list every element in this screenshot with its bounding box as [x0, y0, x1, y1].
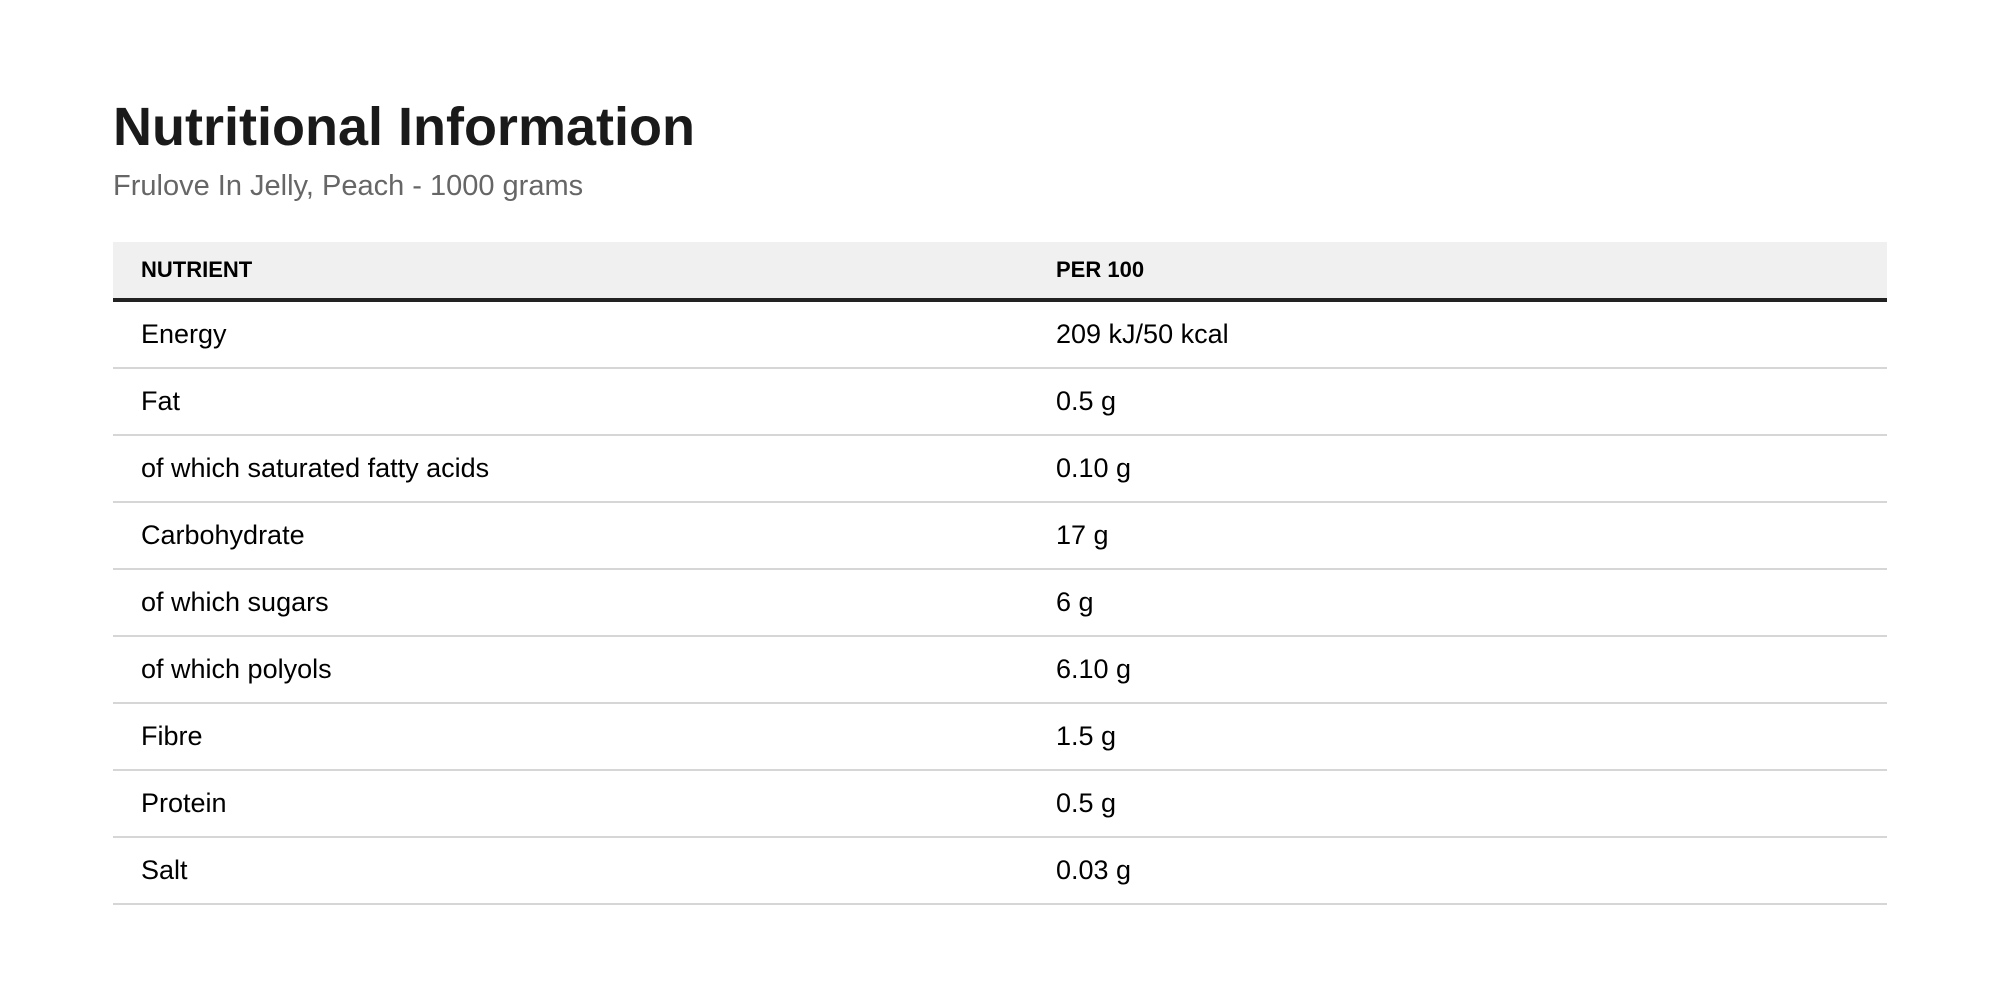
nutrient-value: 6.10 g: [1028, 636, 1887, 704]
nutrient-name: Carbohydrate: [113, 502, 1028, 570]
nutrition-table: NUTRIENT PER 100 Energy 209 kJ/50 kcal F…: [113, 242, 1887, 905]
table-row: of which saturated fatty acids 0.10 g: [113, 435, 1887, 503]
nutrient-value: 17 g: [1028, 502, 1887, 570]
product-subtitle: Frulove In Jelly, Peach - 1000 grams: [113, 170, 584, 202]
nutrient-name: of which polyols: [113, 636, 1028, 704]
table-row: Fat 0.5 g: [113, 368, 1887, 436]
nutrient-value: 1.5 g: [1028, 703, 1887, 771]
table-body: Energy 209 kJ/50 kcal Fat 0.5 g of which…: [113, 300, 1887, 905]
nutrient-name: Fat: [113, 368, 1028, 436]
table-row: Fibre 1.5 g: [113, 703, 1887, 771]
table-row: of which polyols 6.10 g: [113, 636, 1887, 704]
column-header-nutrient: NUTRIENT: [113, 242, 1028, 302]
nutrient-value: 0.03 g: [1028, 837, 1887, 905]
table-row: of which sugars 6 g: [113, 569, 1887, 637]
nutrient-value: 6 g: [1028, 569, 1887, 637]
column-header-per-100: PER 100: [1028, 242, 1887, 302]
page-title: Nutritional Information: [113, 97, 695, 157]
nutrition-page: Nutritional Information Frulove In Jelly…: [0, 0, 2000, 992]
nutrient-value: 209 kJ/50 kcal: [1028, 300, 1887, 369]
header-row: NUTRIENT PER 100: [113, 242, 1887, 302]
table-header: NUTRIENT PER 100: [113, 242, 1887, 302]
nutrient-name: Protein: [113, 770, 1028, 838]
nutrient-name: of which sugars: [113, 569, 1028, 637]
table-row: Salt 0.03 g: [113, 837, 1887, 905]
nutrient-name: Salt: [113, 837, 1028, 905]
nutrient-value: 0.5 g: [1028, 368, 1887, 436]
nutrient-name: Energy: [113, 300, 1028, 369]
table-row: Energy 209 kJ/50 kcal: [113, 300, 1887, 369]
nutrient-name: Fibre: [113, 703, 1028, 771]
nutrient-value: 0.5 g: [1028, 770, 1887, 838]
table-row: Protein 0.5 g: [113, 770, 1887, 838]
nutrient-value: 0.10 g: [1028, 435, 1887, 503]
nutrient-name: of which saturated fatty acids: [113, 435, 1028, 503]
table-row: Carbohydrate 17 g: [113, 502, 1887, 570]
